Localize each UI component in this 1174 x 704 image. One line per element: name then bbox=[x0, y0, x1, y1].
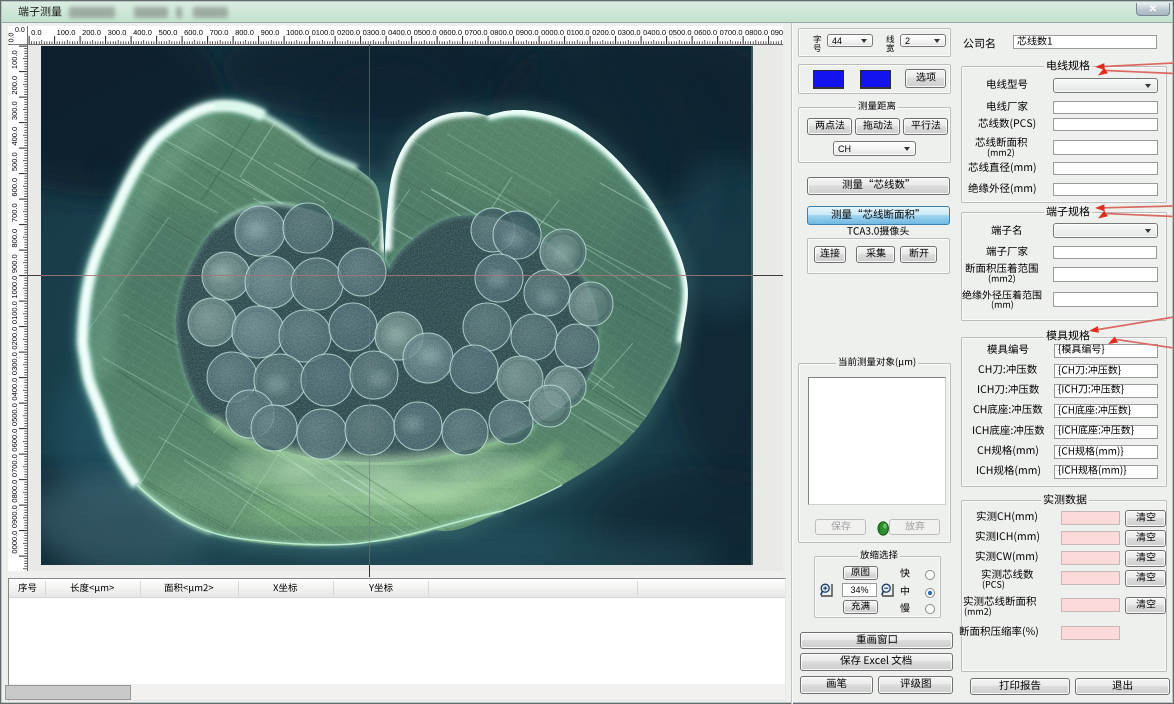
svg-text:500.0: 500.0 bbox=[159, 28, 178, 37]
svg-text:300.0: 300.0 bbox=[108, 28, 127, 37]
svg-text:600.0: 600.0 bbox=[10, 178, 19, 197]
svg-text:500.0: 500.0 bbox=[10, 152, 19, 171]
svg-text:0700.0: 0700.0 bbox=[465, 28, 488, 37]
svg-text:600.0: 600.0 bbox=[184, 28, 203, 37]
svg-text:0200.0: 0200.0 bbox=[10, 327, 19, 350]
svg-text:0800.0: 0800.0 bbox=[745, 28, 768, 37]
svg-text:0400.0: 0400.0 bbox=[643, 28, 666, 37]
svg-text:0000.0: 0000.0 bbox=[541, 28, 564, 37]
svg-text:0900.0: 0900.0 bbox=[771, 28, 783, 37]
svg-text:700.0: 700.0 bbox=[210, 28, 229, 37]
svg-text:400.0: 400.0 bbox=[133, 28, 152, 37]
svg-text:0800.0: 0800.0 bbox=[490, 28, 513, 37]
svg-text:200.0: 200.0 bbox=[82, 28, 101, 37]
svg-text:0700.0: 0700.0 bbox=[10, 454, 19, 477]
svg-text:0000.0: 0000.0 bbox=[10, 531, 19, 554]
svg-text:200.0: 200.0 bbox=[10, 76, 19, 95]
svg-text:700.0: 700.0 bbox=[10, 203, 19, 222]
svg-text:0100.0: 0100.0 bbox=[312, 28, 335, 37]
svg-text:0700.0: 0700.0 bbox=[720, 28, 743, 37]
svg-text:0300.0: 0300.0 bbox=[618, 28, 641, 37]
svg-text:0400.0: 0400.0 bbox=[388, 28, 411, 37]
svg-text:0100.0: 0100.0 bbox=[10, 301, 19, 324]
svg-text:0400.0: 0400.0 bbox=[10, 378, 19, 401]
svg-text:0500.0: 0500.0 bbox=[10, 403, 19, 426]
svg-text:0600.0: 0600.0 bbox=[439, 28, 462, 37]
svg-text:100.0: 100.0 bbox=[57, 28, 76, 37]
svg-text:1000.0: 1000.0 bbox=[286, 28, 309, 37]
svg-text:0500.0: 0500.0 bbox=[669, 28, 692, 37]
svg-text:1000.0: 1000.0 bbox=[10, 276, 19, 299]
svg-text:100.0: 100.0 bbox=[10, 50, 19, 69]
svg-text:0500.0: 0500.0 bbox=[414, 28, 437, 37]
svg-text:400.0: 400.0 bbox=[10, 127, 19, 146]
svg-text:900.0: 900.0 bbox=[261, 28, 280, 37]
svg-text:0300.0: 0300.0 bbox=[363, 28, 386, 37]
svg-text:0200.0: 0200.0 bbox=[337, 28, 360, 37]
svg-text:0200.0: 0200.0 bbox=[592, 28, 615, 37]
svg-text:800.0: 800.0 bbox=[235, 28, 254, 37]
svg-text:0900.0: 0900.0 bbox=[516, 28, 539, 37]
svg-text:0300.0: 0300.0 bbox=[10, 352, 19, 375]
svg-text:800.0: 800.0 bbox=[10, 229, 19, 248]
svg-text:0800.0: 0800.0 bbox=[10, 480, 19, 503]
svg-text:0600.0: 0600.0 bbox=[10, 429, 19, 452]
svg-text:0.0: 0.0 bbox=[31, 28, 41, 37]
svg-text:0900.0: 0900.0 bbox=[10, 505, 19, 528]
svg-text:0600.0: 0600.0 bbox=[694, 28, 717, 37]
svg-text:0100.0: 0100.0 bbox=[567, 28, 590, 37]
svg-text:300.0: 300.0 bbox=[10, 101, 19, 120]
svg-text:900.0: 900.0 bbox=[10, 254, 19, 273]
